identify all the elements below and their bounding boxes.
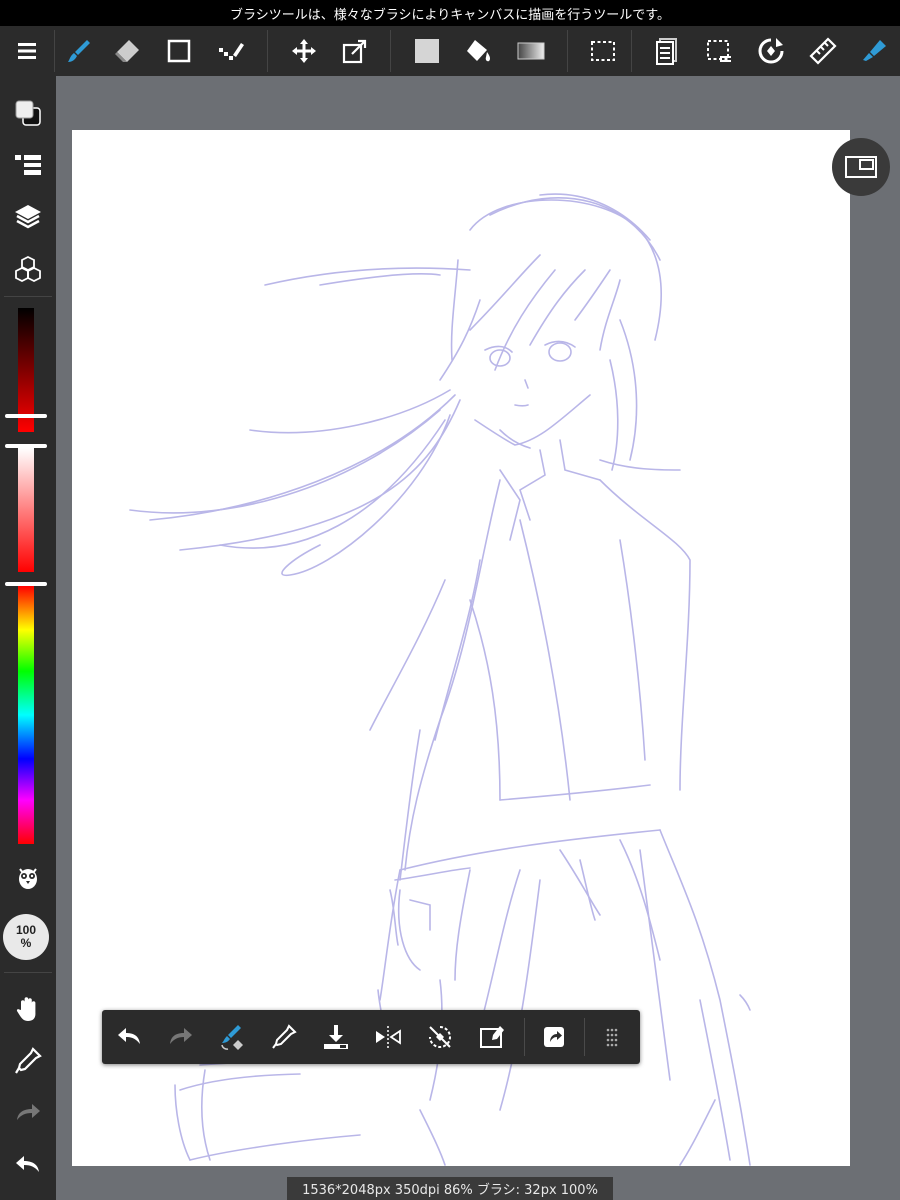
move-arrows-icon	[292, 39, 316, 63]
left-sidebar: 100 %	[0, 76, 56, 1200]
sidebar-divider	[4, 296, 52, 297]
redo-icon	[17, 1104, 40, 1120]
app-window: ブラシツールは、様々なブラシによりキャンバスに描画を行うツールです。 100 %…	[0, 0, 900, 1200]
gradient-icon	[517, 42, 545, 60]
eyedropper-icon	[15, 1047, 42, 1074]
quick-access-bar	[102, 1010, 640, 1064]
toolbar-divider	[54, 30, 55, 72]
saturation-slider-handle[interactable]	[5, 444, 47, 448]
quick-redo-button[interactable]	[156, 1010, 204, 1064]
redo-icon	[170, 1028, 192, 1044]
gradient-tool-button[interactable]	[508, 26, 554, 76]
window-view-icon	[845, 156, 877, 178]
canvas-info-text: 1536*2048px 350dpi 86% ブラシ: 32px 100%	[302, 1183, 598, 1198]
status-bar: ブラシツールは、様々なブラシによりキャンバスに描画を行うツールです。	[0, 0, 900, 26]
transform-tool-button[interactable]	[332, 26, 378, 76]
quick-bar-divider	[584, 1018, 585, 1056]
clear-layer-icon	[480, 1026, 504, 1048]
menu-button[interactable]	[4, 26, 50, 76]
cubes-icon	[15, 255, 41, 283]
dot-pen-icon	[219, 43, 244, 60]
quick-eyedropper-button[interactable]	[260, 1010, 308, 1064]
toolbar-divider	[267, 30, 268, 72]
snap-button[interactable]	[0, 856, 56, 902]
saturation-slider[interactable]	[18, 448, 34, 572]
hand-icon	[16, 997, 36, 1021]
fill-color-swatch-icon	[415, 39, 439, 63]
ruler-button[interactable]	[800, 26, 846, 76]
undo-icon	[16, 1156, 39, 1172]
redo-button[interactable]	[0, 1090, 56, 1136]
hand-tool-button[interactable]	[0, 986, 56, 1032]
undo-button[interactable]	[0, 1142, 56, 1188]
owl-snap-icon	[19, 868, 37, 889]
toolbar-divider	[631, 30, 632, 72]
eraser-icon	[115, 40, 139, 62]
zoom-badge[interactable]: 100 %	[3, 914, 49, 960]
rotate-canvas-button[interactable]	[748, 26, 794, 76]
tool-hint-text: ブラシツールは、様々なブラシによりキャンバスに描画を行うツールです。	[230, 7, 670, 23]
top-toolbar	[0, 26, 900, 76]
square-shape-icon	[167, 39, 191, 63]
layers-button[interactable]	[0, 194, 56, 240]
bucket-tool-button[interactable]	[456, 26, 502, 76]
brush-eraser-toggle-button[interactable]	[208, 1010, 256, 1064]
auto-brush-button[interactable]	[852, 26, 898, 76]
selection-list-icon	[707, 40, 731, 62]
primary-secondary-color-icon	[15, 100, 41, 126]
download-icon	[324, 1025, 348, 1049]
canvas-info-bar: 1536*2048px 350dpi 86% ブラシ: 32px 100%	[287, 1177, 613, 1200]
shape-tool-button[interactable]	[156, 26, 202, 76]
quick-clear-button[interactable]	[468, 1010, 516, 1064]
toolbar-divider	[390, 30, 391, 72]
flip-horizontal-icon	[376, 1026, 401, 1048]
brush-list-button[interactable]	[0, 142, 56, 188]
ruler-icon	[809, 37, 837, 65]
share-icon	[544, 1027, 564, 1047]
sidebar-divider	[4, 972, 52, 973]
layer-copy-button[interactable]	[644, 26, 690, 76]
eyedropper-button[interactable]	[0, 1038, 56, 1084]
hue-slider-handle[interactable]	[5, 582, 47, 586]
eyedropper-icon	[272, 1024, 297, 1049]
quick-flip-button[interactable]	[364, 1010, 412, 1064]
brush-eraser-toggle-icon	[221, 1025, 243, 1050]
quick-rotate-reset-button[interactable]	[416, 1010, 464, 1064]
move-tool-button[interactable]	[281, 26, 327, 76]
transform-icon	[342, 39, 367, 64]
quick-import-button[interactable]	[312, 1010, 360, 1064]
quick-share-button[interactable]	[530, 1010, 578, 1064]
dot-tool-button[interactable]	[208, 26, 254, 76]
color-swatch-button[interactable]	[0, 90, 56, 136]
select-rect-tool-button[interactable]	[580, 26, 626, 76]
brush-icon	[68, 40, 90, 62]
quick-more-button[interactable]	[588, 1010, 636, 1064]
menu-icon	[18, 43, 36, 59]
rotate-icon	[758, 38, 784, 64]
zoom-unit: %	[20, 936, 32, 950]
layers-icon	[15, 205, 41, 229]
canvas-workspace	[56, 76, 900, 1200]
brightness-slider-handle[interactable]	[5, 414, 47, 418]
view-toggle-button[interactable]	[832, 138, 890, 196]
rotate-reset-icon	[429, 1026, 451, 1048]
auto-brush-icon	[863, 40, 886, 61]
undo-icon	[118, 1028, 140, 1044]
hue-slider[interactable]	[18, 586, 34, 844]
paint-bucket-icon	[467, 40, 491, 62]
toolbar-divider	[567, 30, 568, 72]
quick-undo-button[interactable]	[106, 1010, 154, 1064]
copy-pages-icon	[656, 38, 677, 65]
brush-list-icon	[15, 155, 41, 175]
brush-tool-button[interactable]	[56, 26, 102, 76]
select-tool-button[interactable]	[696, 26, 742, 76]
dashed-select-icon	[591, 41, 615, 61]
materials-button[interactable]	[0, 246, 56, 292]
quick-bar-divider	[524, 1018, 525, 1056]
grip-dots-icon	[606, 1028, 618, 1047]
eraser-tool-button[interactable]	[104, 26, 150, 76]
fill-color-button[interactable]	[404, 26, 450, 76]
